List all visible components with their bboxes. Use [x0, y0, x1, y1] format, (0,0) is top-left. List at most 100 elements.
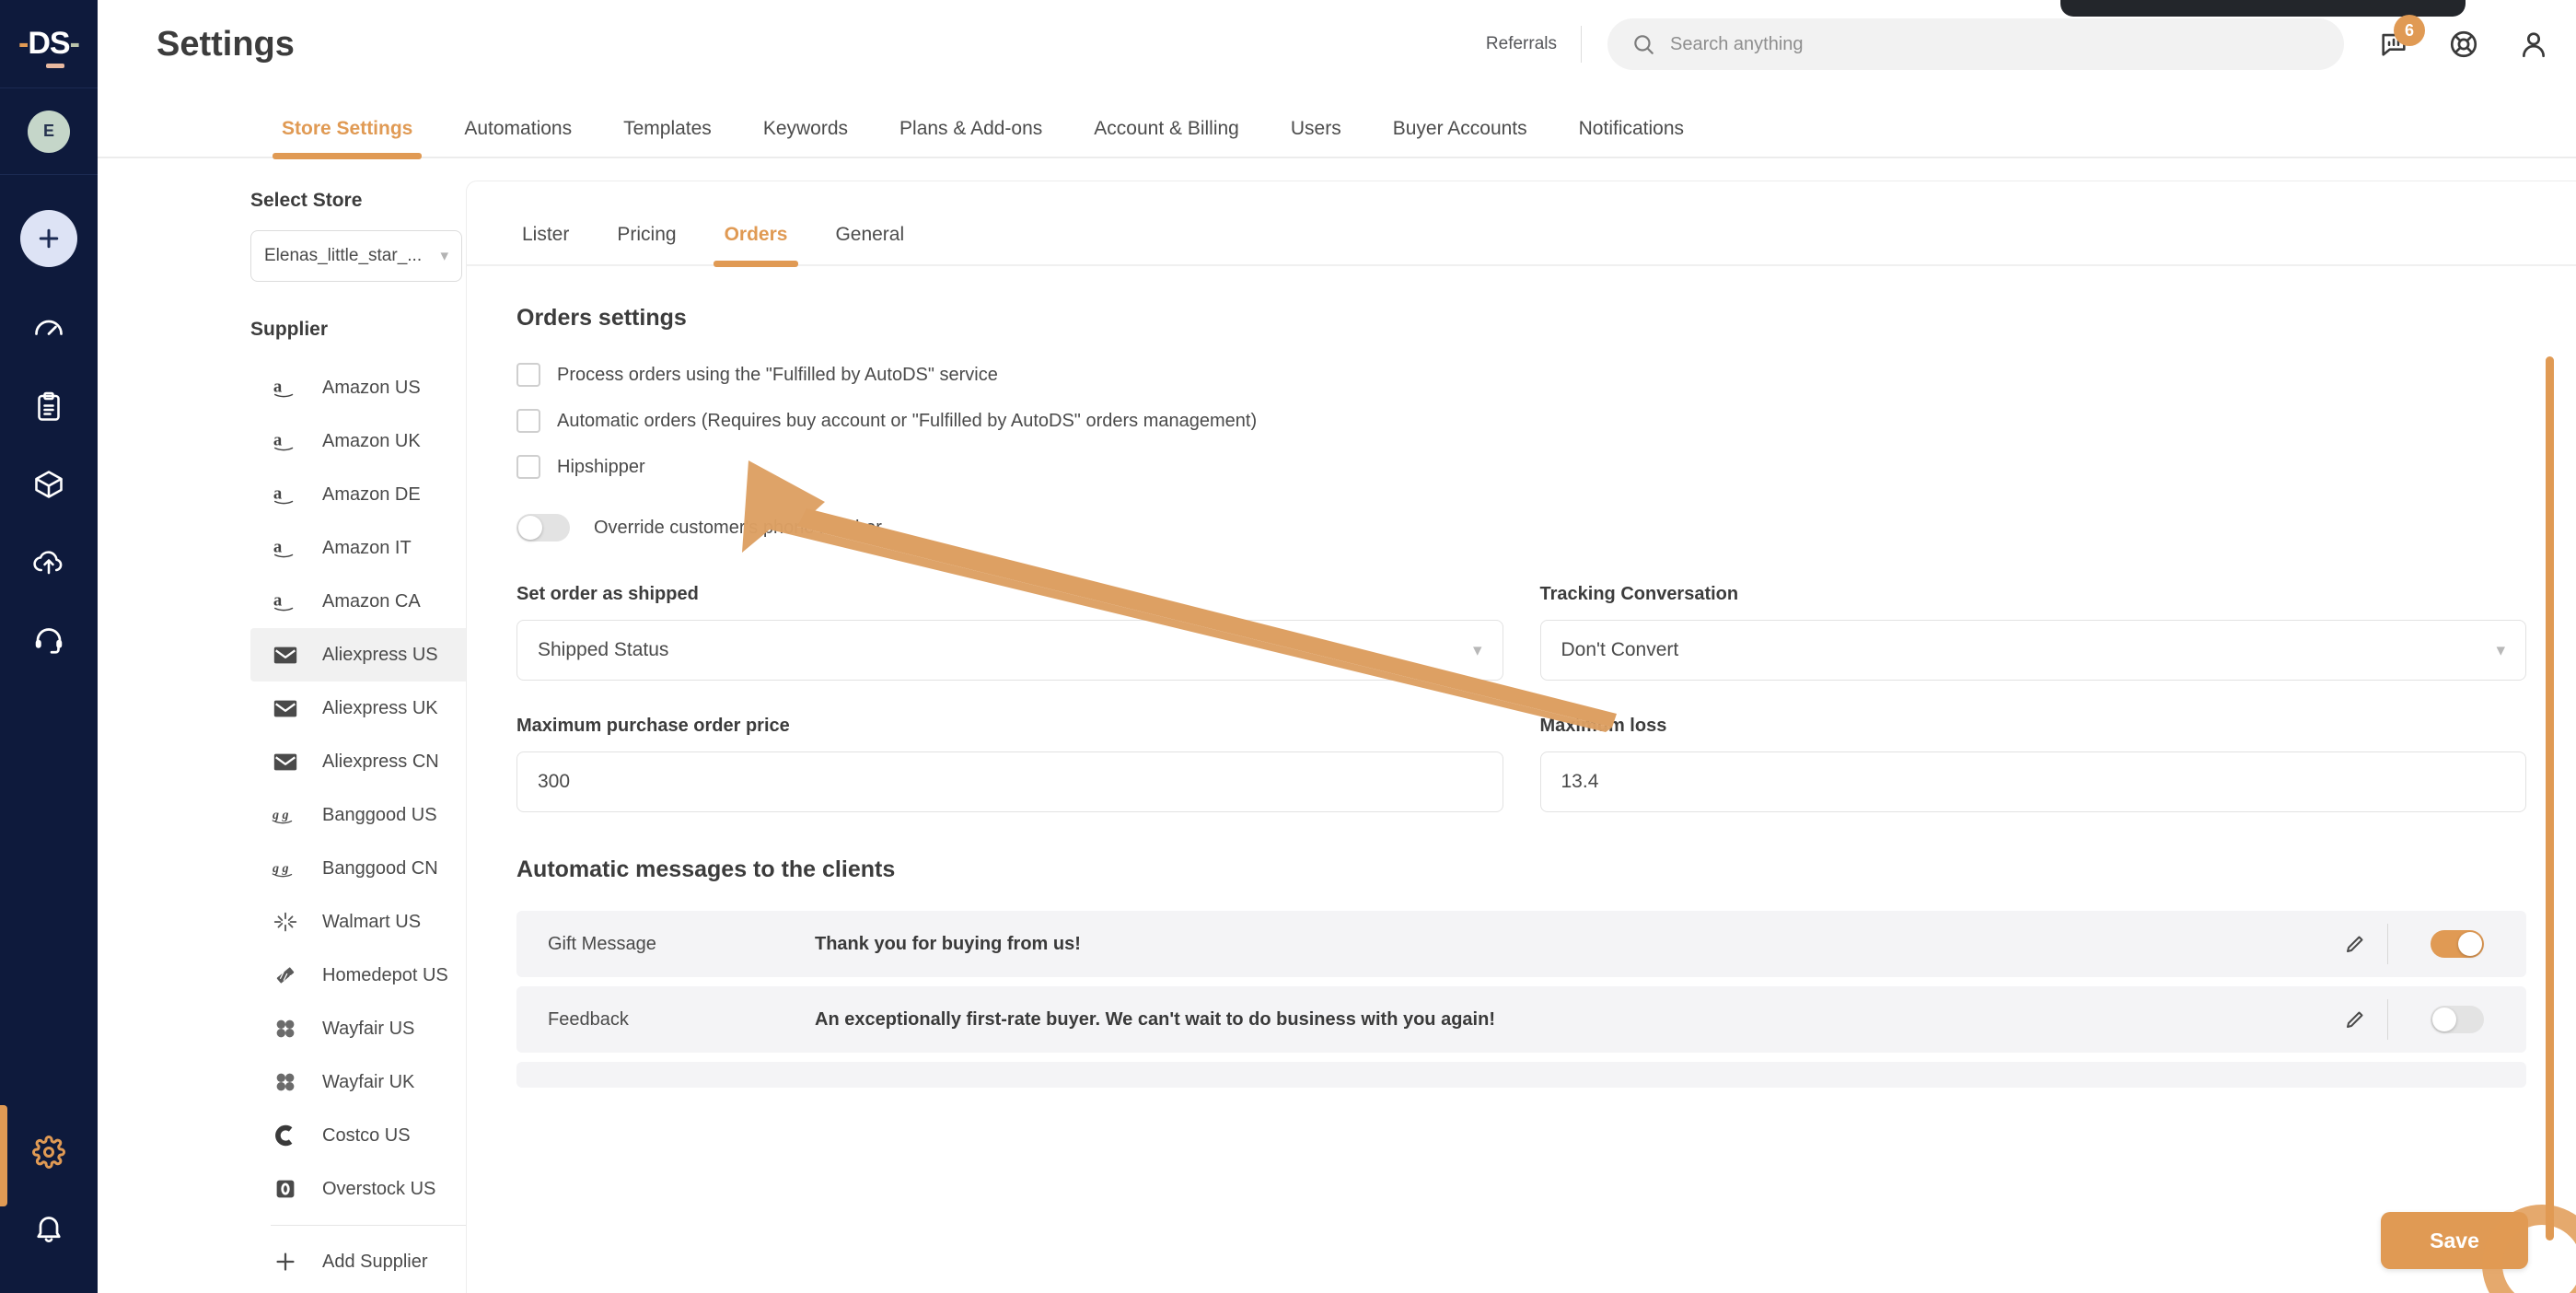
app-logo[interactable]: -DS-: [0, 0, 98, 88]
tab-plans-addons[interactable]: Plans & Add-ons: [874, 118, 1068, 157]
list-item-label: Amazon US: [322, 377, 421, 398]
sidebar-item-products[interactable]: [32, 446, 65, 523]
tab-store-settings[interactable]: Store Settings: [256, 118, 438, 159]
sidebar-item-support[interactable]: [32, 600, 65, 678]
message-toggle-wrap: [2388, 930, 2526, 958]
tab-pricing[interactable]: Pricing: [593, 224, 700, 264]
amazon-icon: a: [271, 535, 300, 561]
override-phone-toggle[interactable]: [516, 514, 570, 542]
walmart-spark-icon: [271, 909, 300, 935]
sidebar-item-dashboard[interactable]: [32, 291, 65, 368]
plus-icon: [271, 1249, 300, 1275]
tab-lister[interactable]: Lister: [498, 224, 593, 264]
avatar: E: [28, 110, 70, 153]
list-item-label: Homedepot US: [322, 964, 448, 985]
message-toggle-wrap: [2388, 1006, 2526, 1033]
plus-icon: [39, 228, 59, 249]
account-button[interactable]: [2517, 28, 2550, 61]
user-icon: [2523, 32, 2545, 58]
checkbox-row-automatic-orders[interactable]: Automatic orders (Requires buy account o…: [516, 409, 2526, 433]
supplier-label: Supplier: [250, 319, 329, 340]
top-divider: [1581, 26, 1582, 63]
user-avatar-wrap[interactable]: E: [0, 88, 98, 175]
svg-text:a: a: [273, 484, 283, 504]
wayfair-icon: [271, 1016, 300, 1042]
chevron-down-icon: ▾: [1472, 640, 1482, 660]
envelope-icon: [271, 695, 300, 721]
search-input[interactable]: [1670, 33, 2320, 55]
homedepot-icon: [271, 962, 300, 988]
main-area: Settings Referrals 6: [98, 0, 2576, 1293]
tab-templates[interactable]: Templates: [598, 118, 737, 157]
set-order-as-shipped-select[interactable]: Shipped Status ▾: [516, 620, 1503, 681]
logo-dash-left: -: [18, 26, 29, 61]
tab-keywords[interactable]: Keywords: [737, 118, 874, 157]
checkbox-hipshipper[interactable]: [516, 455, 540, 479]
gauge-icon: [35, 320, 63, 335]
tracking-conversation-select[interactable]: Don't Convert ▾: [1539, 620, 2526, 681]
content-scrollbar[interactable]: [2546, 356, 2554, 1241]
field-tracking-conversation: Tracking Conversation Don't Convert ▾: [1539, 584, 2526, 681]
field-value: Don't Convert: [1561, 639, 1679, 660]
list-item-label: Amazon IT: [322, 537, 412, 558]
referrals-link[interactable]: Referrals: [1486, 34, 1581, 54]
list-item-label: Costco US: [322, 1124, 411, 1146]
search-box[interactable]: [1607, 18, 2344, 70]
rail-bottom-icons: [0, 1114, 98, 1293]
messages-button[interactable]: 6: [2377, 15, 2425, 61]
amazon-icon: a: [271, 428, 300, 454]
max-purchase-order-price-input[interactable]: 300: [516, 751, 1503, 812]
wayfair-icon: [271, 1069, 300, 1095]
field-maximum-loss: Maximum loss 13.4: [1539, 716, 2526, 812]
sidebar-item-settings[interactable]: [0, 1114, 98, 1190]
sidebar-item-notifications[interactable]: [0, 1190, 98, 1265]
list-item-label: Wayfair UK: [322, 1071, 415, 1092]
feedback-toggle[interactable]: [2431, 1006, 2484, 1033]
field-label: Set order as shipped: [516, 584, 699, 604]
table-row: Gift Message Thank you for buying from u…: [516, 911, 2526, 977]
tab-account-billing[interactable]: Account & Billing: [1068, 118, 1265, 157]
envelope-icon: [271, 749, 300, 775]
list-item-label: Amazon UK: [322, 430, 421, 451]
left-nav-rail: -DS- E: [0, 0, 98, 1293]
edit-message-button[interactable]: [2323, 1008, 2387, 1031]
cloud-upload-icon: [33, 551, 63, 575]
tab-notifications[interactable]: Notifications: [1553, 118, 1710, 157]
add-button[interactable]: [20, 210, 77, 267]
search-icon: [1634, 35, 1654, 54]
list-item-label: Amazon DE: [322, 483, 421, 505]
overstock-icon: [271, 1176, 300, 1202]
banggood-icon: g g: [271, 802, 300, 828]
rail-icon-list: [32, 291, 65, 678]
list-item-label: Walmart US: [322, 911, 422, 932]
list-item-label: Banggood CN: [322, 857, 438, 879]
override-phone-row[interactable]: Override customer's phone number: [516, 514, 2526, 542]
box-icon: [35, 471, 63, 498]
page-title: Settings: [157, 24, 295, 64]
pencil-icon: [2347, 1011, 2363, 1028]
svg-text:a: a: [273, 431, 283, 450]
maximum-loss-input[interactable]: 13.4: [1539, 751, 2526, 812]
checkbox-automatic-orders[interactable]: [516, 409, 540, 433]
field-value: 300: [538, 771, 571, 792]
sidebar-item-import[interactable]: [32, 523, 65, 600]
edit-message-button[interactable]: [2323, 933, 2387, 955]
store-select[interactable]: Elenas_little_star_... ▾: [250, 230, 462, 282]
checkbox-row-fulfilled[interactable]: Process orders using the "Fulfilled by A…: [516, 363, 2526, 387]
checkbox-fulfilled-by-autods[interactable]: [516, 363, 540, 387]
orders-pane: Orders settings Process orders using the…: [467, 266, 2576, 1088]
checkbox-row-hipshipper[interactable]: Hipshipper: [516, 455, 2526, 479]
list-item-label: Amazon CA: [322, 590, 421, 612]
help-button[interactable]: [2447, 28, 2480, 61]
sidebar-item-orders[interactable]: [32, 368, 65, 446]
svg-text:g g: g g: [272, 808, 289, 822]
table-row-partial: [516, 1062, 2526, 1088]
gift-message-toggle[interactable]: [2431, 930, 2484, 958]
select-store-label: Select Store: [250, 190, 363, 211]
tab-orders[interactable]: Orders: [701, 224, 812, 267]
tab-general[interactable]: General: [811, 224, 928, 264]
tab-buyer-accounts[interactable]: Buyer Accounts: [1367, 118, 1553, 157]
tab-users[interactable]: Users: [1265, 118, 1367, 157]
chevron-down-icon: ▾: [2496, 640, 2505, 660]
tab-automations[interactable]: Automations: [438, 118, 598, 157]
